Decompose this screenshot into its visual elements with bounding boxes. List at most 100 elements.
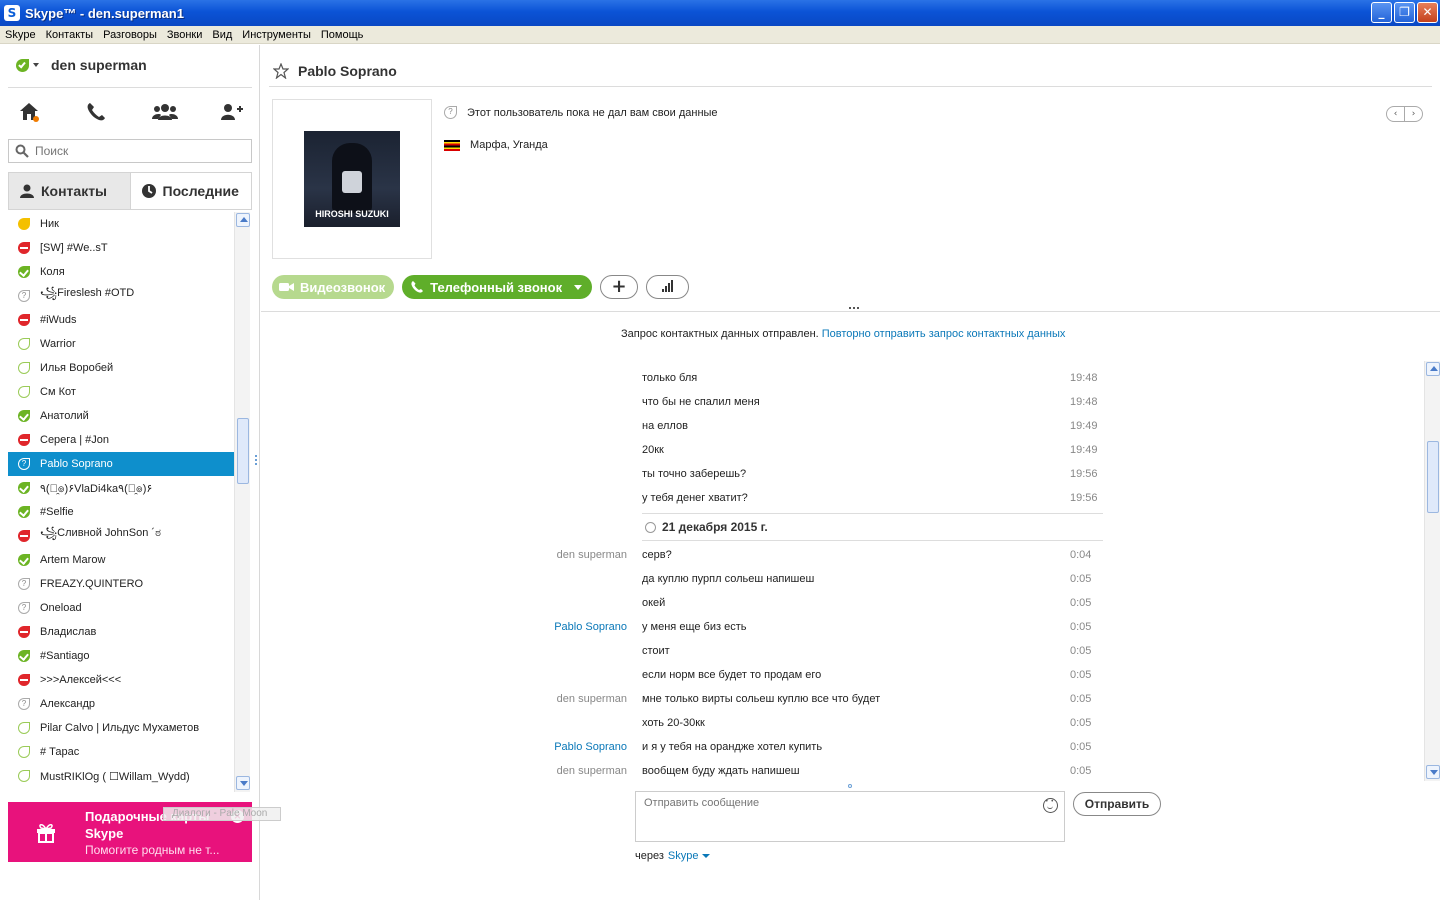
pager-next-button[interactable]: ›: [1405, 107, 1422, 121]
chat-message[interactable]: хоть 20-30кк 0:05: [551, 711, 1111, 735]
send-via: через Skype: [635, 850, 711, 862]
scroll-thumb[interactable]: [237, 418, 249, 484]
tab-recent[interactable]: Последние: [130, 173, 251, 209]
message-author[interactable]: Pablo Soprano: [554, 741, 627, 753]
chat-message[interactable]: ты точно заберешь? 19:56: [551, 462, 1111, 486]
contact-list-item[interactable]: Ник: [8, 212, 234, 236]
video-call-button[interactable]: Видеозвонок: [272, 275, 395, 299]
contact-name: #Selfie: [40, 506, 74, 518]
menu-skype[interactable]: Skype: [0, 29, 41, 41]
contact-list-item[interactable]: #Santiago: [8, 644, 234, 668]
contact-list-item[interactable]: Анатолий: [8, 404, 234, 428]
contact-list-item[interactable]: Pilar Calvo | Ильдус Мухаметов: [8, 716, 234, 740]
chat-message[interactable]: Pablo Soprano у меня еще биз есть 0:05: [551, 615, 1111, 639]
contact-list-item[interactable]: ? Oneload: [8, 596, 234, 620]
contact-list-item[interactable]: ? Pablo Soprano: [8, 452, 234, 476]
status-dropdown-icon[interactable]: [33, 63, 39, 67]
add-contact-icon[interactable]: [218, 100, 244, 124]
contact-list-item[interactable]: #Selfie: [8, 500, 234, 524]
chat-scroll-thumb[interactable]: [1427, 441, 1439, 513]
search-box[interactable]: [8, 139, 252, 163]
contact-avatar[interactable]: HIROSHI SUZUKI: [304, 131, 400, 227]
scroll-down-button[interactable]: [236, 776, 250, 790]
chat-message[interactable]: стоит 0:05: [551, 639, 1111, 663]
tab-contacts[interactable]: Контакты: [9, 173, 131, 209]
contact-list-item[interactable]: Artem Marow: [8, 548, 234, 572]
chat-message[interactable]: окей 0:05: [551, 591, 1111, 615]
favorite-star-icon[interactable]: [272, 61, 290, 80]
scroll-up-button[interactable]: [236, 213, 250, 227]
maximize-button[interactable]: ❐: [1394, 2, 1415, 23]
pane-splitter-handle[interactable]: [255, 455, 258, 469]
resize-handle[interactable]: [849, 307, 859, 309]
via-service-selector[interactable]: Skype: [668, 850, 699, 862]
contact-list-item[interactable]: Владислав: [8, 620, 234, 644]
contact-name: Ник: [40, 218, 59, 230]
group-icon[interactable]: [151, 100, 178, 124]
offline-status-icon: [18, 386, 30, 398]
resend-request-link[interactable]: Повторно отправить запрос контактных дан…: [822, 328, 1066, 340]
contact-list-item[interactable]: ? Александр: [8, 692, 234, 716]
contact-name: # Тарас: [40, 746, 80, 758]
chat-message[interactable]: den superman вообщем буду ждать напишеш 0:…: [551, 759, 1111, 783]
add-participants-button[interactable]: +: [600, 275, 639, 299]
via-dropdown-icon[interactable]: [702, 854, 711, 858]
minimize-button[interactable]: _: [1371, 2, 1392, 23]
message-input[interactable]: [636, 792, 1026, 837]
close-button[interactable]: ✕: [1417, 2, 1438, 23]
skype-app-icon: S: [4, 5, 20, 21]
profile-name[interactable]: den superman: [51, 57, 147, 73]
contacts-scrollbar[interactable]: [234, 212, 250, 792]
contact-list-item[interactable]: MustRIKlOg ( ☐Willam_Wydd): [8, 764, 234, 788]
call-quality-button[interactable]: [646, 275, 690, 299]
contact-list-item[interactable]: ? FREAZY.QUINTERO: [8, 572, 234, 596]
phone-call-button[interactable]: Телефонный звонок: [402, 275, 593, 299]
phone-call-dropdown-icon[interactable]: [574, 284, 583, 290]
contact-list-item[interactable]: Серега | #Jon: [8, 428, 234, 452]
chat-message[interactable]: den superman мне только вирты сольеш купл…: [551, 687, 1111, 711]
send-button[interactable]: Отправить: [1073, 792, 1161, 816]
contact-list-item[interactable]: Илья Воробей: [8, 356, 234, 380]
video-call-label: Видеозвонок: [300, 279, 386, 295]
composer-resize-handle[interactable]: [848, 784, 852, 788]
contact-list-item[interactable]: ٩(๏̯๏)۶VlaDi4ka٩(๏̯๏)۶: [8, 476, 234, 500]
phone-call-label: Телефонный звонок: [430, 279, 563, 295]
chat-message[interactable]: что бы не спалил меня 19:48: [551, 390, 1111, 414]
contact-list-item[interactable]: >>>Алексей<<<: [8, 668, 234, 692]
menu-conversations[interactable]: Разговоры: [98, 29, 162, 41]
menu-help[interactable]: Помощь: [316, 29, 369, 41]
chat-message[interactable]: да куплю пурпл сольеш напишеш 0:05: [551, 567, 1111, 591]
chat-scrollbar[interactable]: [1424, 361, 1440, 781]
message-time: 0:05: [1070, 693, 1092, 705]
contact-list-item[interactable]: # Тарас: [8, 740, 234, 764]
online-status-icon[interactable]: [16, 58, 29, 72]
menu-tools[interactable]: Инструменты: [237, 29, 316, 41]
contact-list-item[interactable]: ? ꧁Fireslesh #OTD: [8, 284, 234, 308]
phone-icon[interactable]: [83, 100, 109, 124]
chat-message[interactable]: Pablo Soprano и я у тебя на орандже хотел…: [551, 735, 1111, 759]
chat-message[interactable]: если норм все будет то продам его 0:05: [551, 663, 1111, 687]
chat-message[interactable]: только бля 19:48: [551, 366, 1111, 390]
pager-prev-button[interactable]: ‹: [1387, 107, 1405, 121]
chat-message[interactable]: у тебя денег хватит? 19:56: [551, 486, 1111, 510]
profile-status[interactable]: den superman: [16, 57, 147, 73]
contact-list-item[interactable]: Warrior: [8, 332, 234, 356]
chat-scroll-down-button[interactable]: [1426, 765, 1440, 779]
contact-list-item[interactable]: [SW] #We..sT: [8, 236, 234, 260]
chat-message[interactable]: den superman серв? 0:04: [551, 543, 1111, 567]
message-composer[interactable]: [635, 791, 1065, 842]
contact-list-item[interactable]: См Кот: [8, 380, 234, 404]
contact-list-item[interactable]: ꧁Сливной JohnSon ´ಠ: [8, 524, 234, 548]
menu-contacts[interactable]: Контакты: [41, 29, 99, 41]
home-icon[interactable]: [16, 100, 42, 124]
search-input[interactable]: [35, 144, 235, 158]
chat-message[interactable]: 20кк 19:49: [551, 438, 1111, 462]
menu-view[interactable]: Вид: [207, 29, 237, 41]
contact-list-item[interactable]: #iWuds: [8, 308, 234, 332]
contact-list-item[interactable]: Коля: [8, 260, 234, 284]
chat-scroll-up-button[interactable]: [1426, 362, 1440, 376]
message-author[interactable]: Pablo Soprano: [554, 621, 627, 633]
chat-message[interactable]: на еллов 19:49: [551, 414, 1111, 438]
emoticon-icon[interactable]: [1043, 798, 1058, 813]
menu-calls[interactable]: Звонки: [162, 29, 208, 41]
